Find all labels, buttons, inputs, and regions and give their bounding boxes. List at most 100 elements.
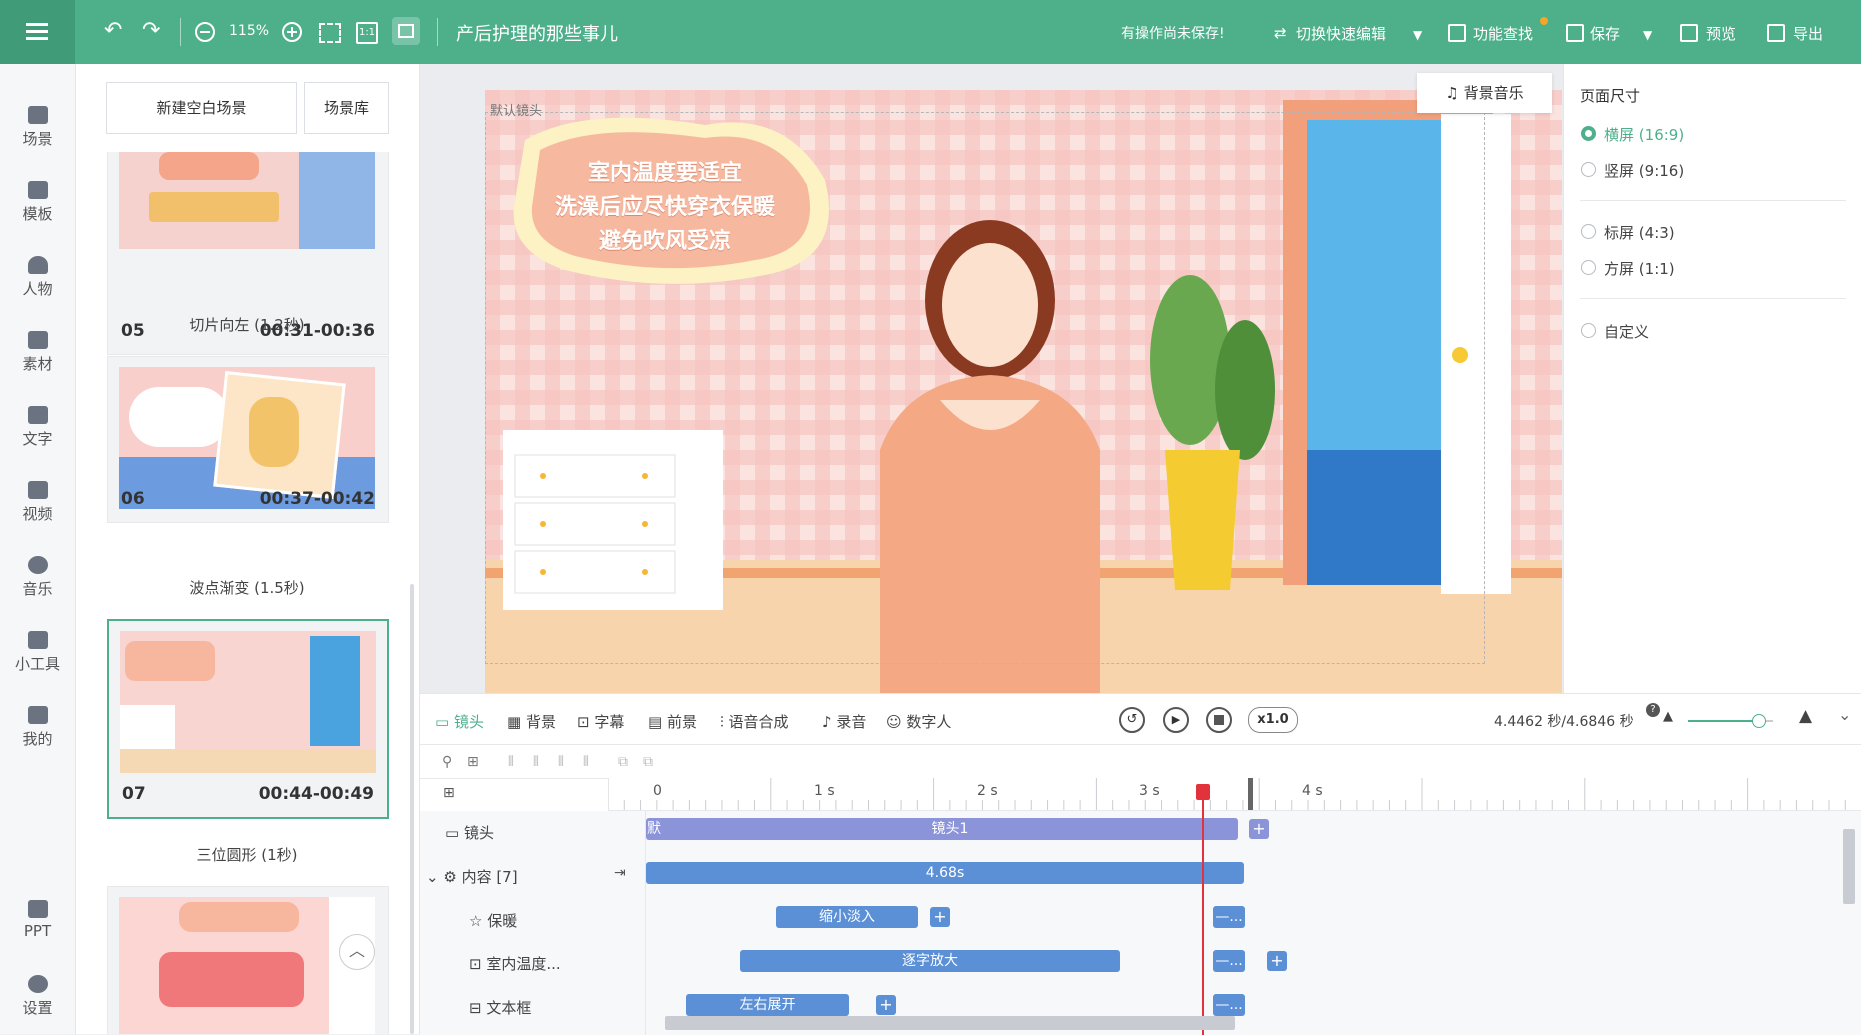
layers-icon[interactable]: ⊞ (443, 785, 455, 801)
row-room-temp[interactable]: ⊡ 室内温度... (469, 953, 561, 974)
zoom-slider-handle[interactable] (1752, 714, 1766, 728)
exit-group-icon[interactable]: ⇥ (614, 865, 626, 881)
radio-square[interactable] (1581, 260, 1596, 275)
option-standard[interactable]: 标屏 (4:3) (1604, 222, 1675, 243)
speed-toggle[interactable]: x1.0 (1248, 707, 1298, 733)
save-dropdown-icon[interactable]: ▼ (1643, 24, 1652, 46)
chevron-down-icon[interactable]: ▼ (1413, 24, 1422, 46)
preview-button[interactable]: 预览 (1706, 23, 1736, 44)
ungroup-icon[interactable]: ⧉ (643, 754, 653, 770)
add-lens-button[interactable]: + (1249, 819, 1269, 839)
fit-screen-icon[interactable] (319, 23, 341, 43)
vertical-scrollbar[interactable] (1843, 829, 1855, 904)
playhead[interactable] (1202, 784, 1204, 1035)
end-marker[interactable] (1248, 778, 1253, 810)
redo-icon[interactable]: ↷ (142, 20, 160, 42)
horizontal-scrollbar[interactable] (665, 1016, 1235, 1030)
tab-tts[interactable]: ⫶ 语音合成 (720, 711, 789, 732)
add-effect-button[interactable]: + (1267, 951, 1287, 971)
option-custom[interactable]: 自定义 (1604, 321, 1649, 342)
transition-label[interactable]: 波点渐变 (1.5秒) (107, 577, 387, 598)
align-center-icon[interactable]: ⫴ (533, 754, 539, 770)
new-blank-scene-button[interactable]: 新建空白场景 (106, 82, 297, 134)
banner-text[interactable]: 室内温度要适宜 洗澡后应尽快穿衣保暖 避免吹风受凉 (545, 157, 785, 259)
option-landscape[interactable]: 横屏 (16:9) (1604, 124, 1684, 145)
zoom-in-icon[interactable] (282, 22, 302, 42)
playhead-handle[interactable] (1196, 784, 1210, 800)
background-music-button[interactable]: ♫ 背景音乐 (1417, 73, 1552, 113)
transition-label[interactable]: 三位圆形 (1秒) (107, 844, 387, 865)
nav-video[interactable]: 视频 (0, 481, 75, 524)
replay-icon[interactable]: ↺ (1119, 707, 1145, 733)
nav-material[interactable]: 素材 (0, 331, 75, 374)
option-portrait[interactable]: 竖屏 (9:16) (1604, 160, 1684, 181)
tab-lens[interactable]: ▭ 镜头 (435, 711, 484, 732)
exit-effect-bar[interactable]: —... (1213, 994, 1245, 1016)
tab-background[interactable]: ▦ 背景 (507, 711, 556, 732)
row-textbox[interactable]: ⊟ 文本框 (469, 997, 531, 1018)
grid-icon[interactable] (392, 17, 420, 45)
distribute-icon[interactable]: ⫴ (583, 754, 589, 770)
zoom-out-mountain-icon[interactable]: ▲ (1663, 709, 1673, 724)
document-title[interactable]: 产后护理的那些事儿 (456, 20, 618, 46)
nav-music[interactable]: 音乐 (0, 556, 75, 599)
add-effect-button[interactable]: + (876, 995, 896, 1015)
menu-button[interactable] (0, 0, 75, 64)
align-left-icon[interactable]: ⫴ (508, 754, 514, 770)
scrollbar[interactable] (410, 584, 414, 1034)
scroll-up-button[interactable]: ︿ (339, 934, 375, 970)
effect-bar-char-zoom[interactable]: 逐字放大 (740, 950, 1120, 972)
content-bar[interactable]: 4.68s (646, 862, 1244, 884)
nav-tools[interactable]: 小工具 (0, 631, 75, 674)
zoom-in-mountain-icon[interactable]: ▲ (1799, 706, 1812, 726)
tab-recording[interactable]: ♪ 录音 (822, 711, 866, 732)
scene-canvas[interactable]: 默认镜头 室内温度要适宜 洗澡后应尽快穿衣保暖 避免吹风受凉 (485, 90, 1562, 693)
scene-library-button[interactable]: 场景库 (304, 82, 389, 134)
radio-standard[interactable] (1581, 224, 1596, 239)
row-content[interactable]: ⌄ ⚙ 内容 [7] (426, 866, 518, 887)
nav-character[interactable]: 人物 (0, 256, 75, 299)
export-button[interactable]: 导出 (1793, 23, 1823, 44)
tab-subtitle[interactable]: ⊡ 字幕 (577, 711, 624, 732)
radio-custom[interactable] (1581, 323, 1596, 338)
play-icon[interactable]: ▶ (1163, 707, 1189, 733)
actual-size-icon[interactable]: 1:1 (356, 22, 378, 44)
save-button[interactable]: 保存 (1590, 23, 1620, 44)
align-icon[interactable]: ⊞ (467, 754, 479, 770)
row-keep-warm[interactable]: ☆ 保暖 (469, 910, 517, 931)
exit-effect-bar[interactable]: —... (1213, 906, 1245, 928)
nav-template[interactable]: 模板 (0, 181, 75, 224)
nav-mine[interactable]: 我的 (0, 706, 75, 749)
scene-time: 00:44-00:49 (258, 784, 374, 804)
undo-icon[interactable]: ↶ (104, 20, 122, 42)
row-lens[interactable]: ▭ 镜头 (445, 822, 494, 843)
filter-icon[interactable]: ⚲ (442, 754, 452, 770)
nav-ppt[interactable]: PPT (0, 900, 75, 940)
tab-foreground[interactable]: ▤ 前景 (648, 711, 697, 732)
radio-portrait[interactable] (1581, 162, 1596, 177)
lens-default-marker[interactable]: 默 (646, 818, 662, 840)
stop-icon[interactable] (1206, 707, 1232, 733)
feature-search-button[interactable]: 功能查找 (1473, 23, 1533, 44)
scene-card-07[interactable]: 07 00:44-00:49 (107, 619, 389, 819)
nav-text[interactable]: 文字 (0, 406, 75, 449)
radio-landscape[interactable] (1581, 126, 1596, 141)
collapse-timeline-icon[interactable]: ⌄ (1838, 705, 1851, 724)
effect-bar-zoom-fade[interactable]: 缩小淡入 (776, 906, 918, 928)
exit-effect-bar[interactable]: —... (1213, 950, 1245, 972)
nav-settings[interactable]: 设置 (0, 975, 75, 1018)
add-effect-button[interactable]: + (930, 907, 950, 927)
switch-quick-edit-button[interactable]: 切换快速编辑 (1296, 23, 1386, 44)
effect-bar-expand[interactable]: 左右展开 (686, 994, 849, 1016)
align-right-icon[interactable]: ⫴ (558, 754, 564, 770)
zoom-out-icon[interactable] (195, 22, 215, 42)
group-icon[interactable]: ⧉ (618, 754, 628, 770)
option-square[interactable]: 方屏 (1:1) (1604, 258, 1675, 279)
help-icon[interactable]: ? (1646, 703, 1660, 717)
transition-label[interactable]: 切片向左 (1.2秒) (107, 314, 387, 335)
lens-bar[interactable]: 镜头1 (662, 818, 1238, 840)
tab-digital-human[interactable]: ☺ 数字人 (886, 711, 951, 732)
nav-scene[interactable]: 场景 (0, 106, 75, 149)
scene-card-06[interactable]: 06 00:37-00:42 (107, 356, 389, 523)
time-ruler[interactable] (607, 778, 1861, 811)
